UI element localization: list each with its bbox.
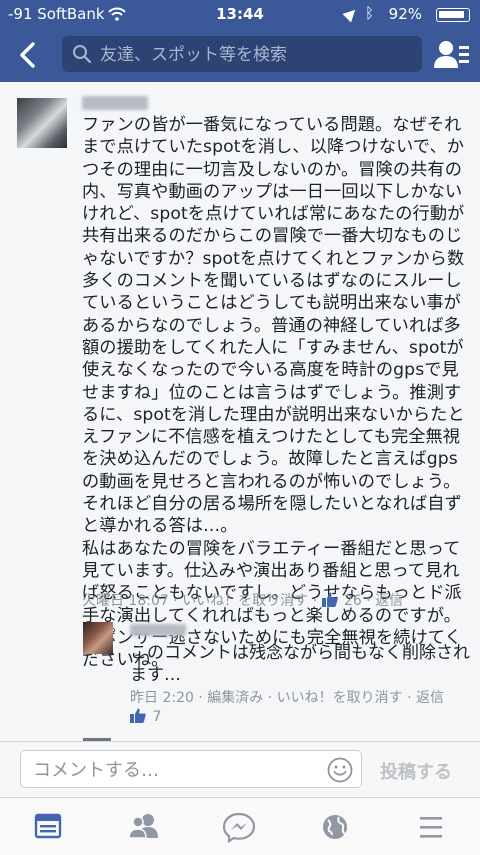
reply-like-count[interactable]: 7	[152, 709, 161, 725]
notifications-globe-tab-icon[interactable]	[315, 810, 355, 844]
search-input[interactable]	[98, 42, 412, 68]
reply-text: このコメントは残念ながら間もなく削除されます…	[130, 643, 470, 685]
replier-avatar[interactable]	[83, 622, 113, 654]
like-thumb-icon	[130, 708, 146, 723]
edited-label[interactable]: 編集済み	[207, 690, 263, 706]
smiley-icon[interactable]	[327, 757, 353, 783]
commenter-avatar[interactable]	[17, 98, 67, 148]
bluetooth-icon: ᛒ	[364, 4, 374, 22]
reply-meta: 昨日 2:20 · 編集済み · いいね！を取り消す · 返信	[130, 690, 444, 706]
battery-percent: 92%	[388, 5, 422, 23]
reply-unlike-link[interactable]: いいね！を取り消す	[277, 690, 403, 706]
news-feed-tab-icon[interactable]	[28, 810, 68, 844]
menu-tab-icon[interactable]	[411, 810, 451, 844]
comment-field[interactable]	[20, 750, 362, 788]
like-thumb-icon	[321, 592, 338, 607]
reply-link[interactable]: 返信	[375, 593, 403, 609]
comment-time: 火曜日 18:07	[82, 593, 169, 609]
friend-requests-button[interactable]	[432, 38, 470, 72]
comment-input[interactable]	[31, 758, 315, 782]
reply-reply-link[interactable]: 返信	[416, 690, 444, 706]
comment-composer: 投稿する	[0, 741, 480, 798]
messenger-tab-icon[interactable]	[219, 810, 259, 844]
post-button[interactable]: 投稿する	[380, 758, 452, 784]
search-bar[interactable]	[62, 36, 422, 72]
status-bar: -91 SoftBank 13:44 ᛒ 92%	[0, 0, 480, 28]
battery-level	[439, 11, 464, 18]
search-icon	[73, 45, 92, 64]
replier-name-blurred[interactable]	[130, 624, 186, 636]
friends-tab-icon[interactable]	[124, 810, 164, 844]
reply-time: 昨日 2:20	[130, 690, 194, 706]
commenter-name-blurred[interactable]	[82, 96, 148, 110]
top-bar: -91 SoftBank 13:44 ᛒ 92%	[0, 0, 480, 82]
reply-likes: 7	[130, 708, 161, 725]
battery-icon	[436, 8, 470, 22]
back-button[interactable]	[12, 38, 46, 72]
tab-bar	[0, 797, 480, 855]
unlike-link[interactable]: いいね！を取り消す	[182, 593, 308, 609]
comment-meta: 火曜日 18:07 · いいね！を取り消す · 26 · 返信	[82, 592, 404, 609]
like-count[interactable]: 26	[344, 593, 362, 609]
comment-text: ファンの皆が一番気になっている問題。なぜそれまで点けていたspotを消し、以降つ…	[82, 115, 465, 671]
